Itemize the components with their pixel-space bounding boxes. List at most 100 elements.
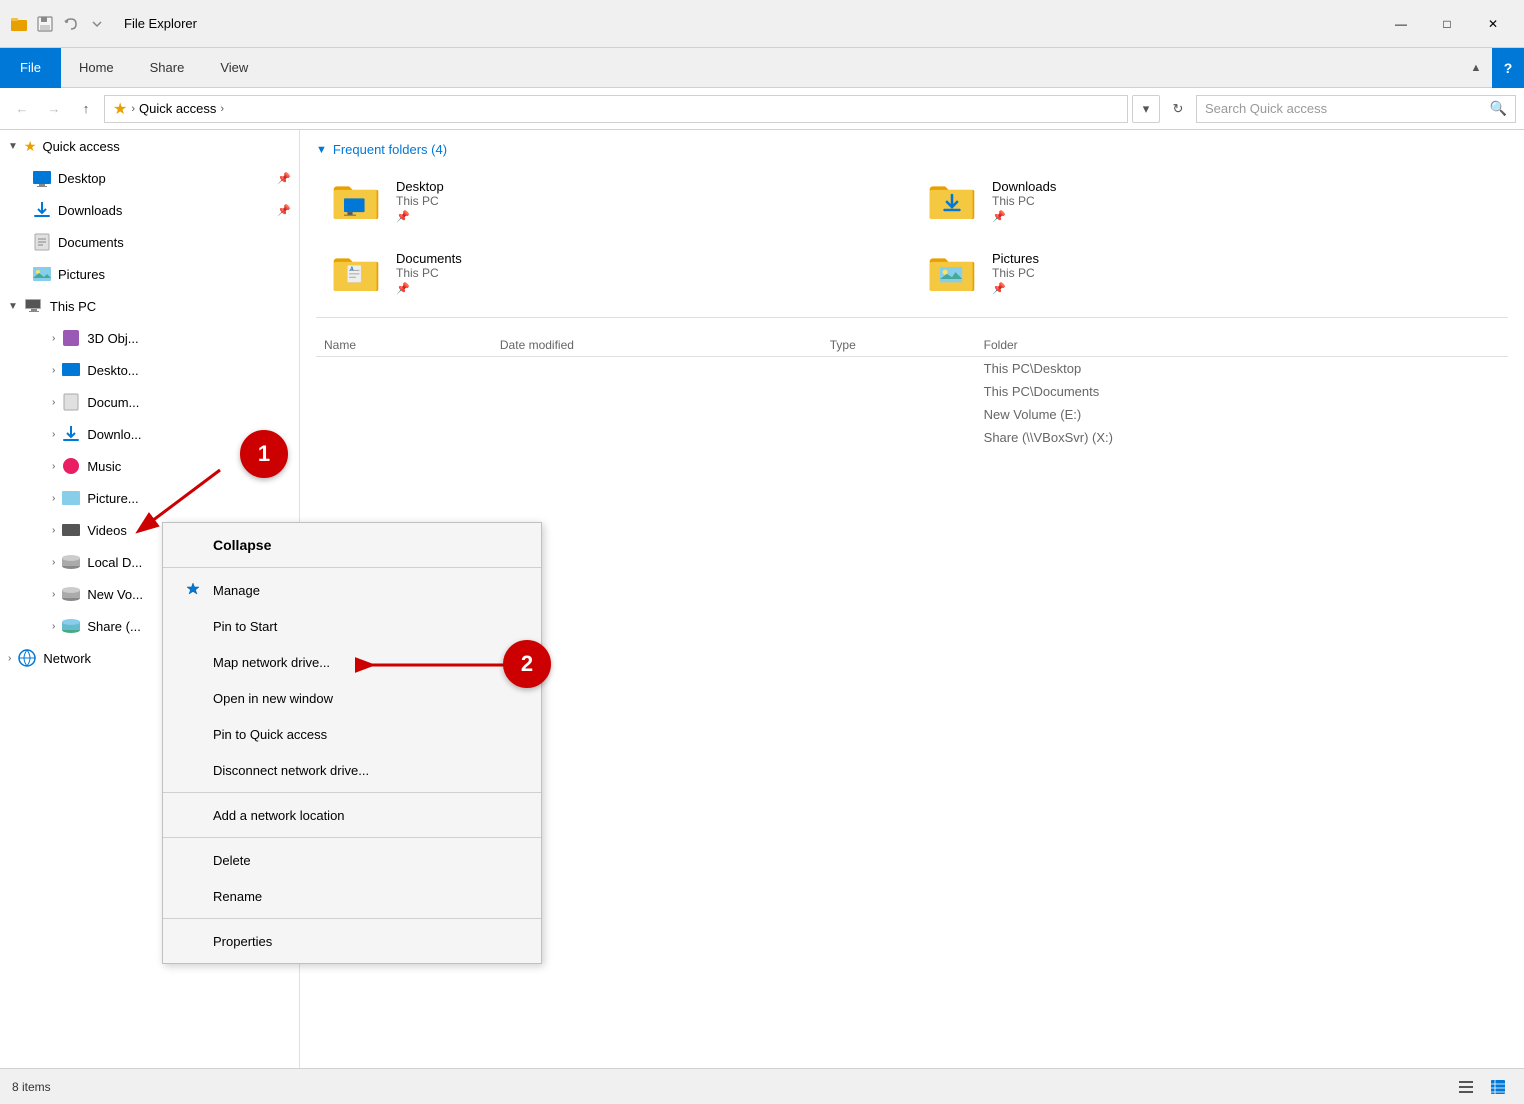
folder-pictures-pin: 📌 [992,282,1039,295]
folder-desktop-icon [332,181,380,221]
refresh-button[interactable]: ↻ [1164,95,1192,123]
folder-documents-info: Documents This PC 📌 [396,251,462,295]
ctx-pin-quick-access[interactable]: Pin to Quick access [163,716,541,752]
recent-row-3-type [822,403,976,426]
search-icon[interactable]: 🔍 [1490,100,1507,117]
folders-grid: Desktop This PC 📌 Downloads [300,165,1524,309]
folder-desktop-info: Desktop This PC 📌 [396,179,444,223]
frequent-folders-label: Frequent folders (4) [333,142,447,157]
folder-documents-icon: A [332,253,380,293]
recent-row-1[interactable]: This PC\Desktop [316,357,1508,381]
pictures-label: Pictures [58,267,105,282]
ctx-rename[interactable]: Rename [163,878,541,914]
chevron-right-music: › [52,461,55,472]
ctx-pin-start[interactable]: Pin to Start [163,608,541,644]
back-button[interactable]: ← [8,95,36,123]
pictures-pc-icon [61,488,81,508]
undo-icon[interactable] [60,13,82,35]
view-tab[interactable]: View [202,48,266,88]
details-view-btn[interactable] [1484,1073,1512,1101]
quick-access-label: Quick access [42,139,119,154]
up-button[interactable]: ↑ [72,95,100,123]
recent-row-1-folder: This PC\Desktop [976,357,1508,381]
sidebar-item-quick-access[interactable]: ▼ ★ Quick access [0,130,299,162]
folder-item-pictures[interactable]: Pictures This PC 📌 [912,237,1508,309]
address-path[interactable]: ★ › Quick access › [104,95,1128,123]
help-button[interactable]: ? [1492,48,1524,88]
ribbon-collapse-btn[interactable]: ▲ [1460,48,1492,88]
pictures-icon [32,264,52,284]
pin-icon-downloads: 📌 [277,204,291,217]
sidebar-item-desktop[interactable]: Desktop 📌 [0,162,299,194]
music-label: Music [87,459,121,474]
3d-icon [61,328,81,348]
ctx-open-new-window[interactable]: Open in new window [163,680,541,716]
context-menu: Collapse Manage Pin to Start Map network… [162,522,542,964]
recent-row-2[interactable]: This PC\Documents [316,380,1508,403]
address-dropdown-btn[interactable]: ▾ [1132,95,1160,123]
sidebar-item-3d[interactable]: › 3D Obj... [0,322,299,354]
save-icon[interactable] [34,13,56,35]
annotation-2-number: 2 [521,651,533,677]
share-tab[interactable]: Share [132,48,203,88]
sidebar-item-desktop-pc[interactable]: › Deskto... [0,354,299,386]
sidebar-item-pictures-pc[interactable]: › Picture... [0,482,299,514]
recent-row-3[interactable]: New Volume (E:) [316,403,1508,426]
ctx-map-drive-label: Map network drive... [213,655,330,670]
pictures-pc-label: Picture... [87,491,138,506]
search-box[interactable]: Search Quick access 🔍 [1196,95,1516,123]
recent-row-3-folder: New Volume (E:) [976,403,1508,426]
ctx-manage-icon [183,582,203,598]
main-layout: ▼ ★ Quick access Desktop 📌 [0,130,1524,1068]
svg-text:A: A [350,266,354,272]
sidebar-item-docs-pc[interactable]: › Docum... [0,386,299,418]
desktop-pc-icon [61,360,81,380]
desktop-icon [32,168,52,188]
sidebar-item-documents[interactable]: Documents [0,226,299,258]
home-tab[interactable]: Home [61,48,132,88]
chevron-right-docs: › [52,397,55,408]
docs-pc-icon [61,392,81,412]
folder-documents-name: Documents [396,251,462,266]
folder-item-desktop[interactable]: Desktop This PC 📌 [316,165,912,237]
ctx-disconnect-drive[interactable]: Disconnect network drive... [163,752,541,788]
ctx-add-network[interactable]: Add a network location [163,797,541,833]
annotation-1: 1 [240,430,288,478]
col-date: Date modified [492,334,822,357]
col-name: Name [316,334,492,357]
sidebar-item-this-pc[interactable]: ▼ This PC [0,290,299,322]
ctx-rename-label: Rename [213,889,262,904]
documents-label: Documents [58,235,124,250]
star-icon: ★ [24,138,37,155]
maximize-button[interactable]: □ [1424,0,1470,48]
col-folder: Folder [976,334,1508,357]
ctx-map-drive[interactable]: Map network drive... [163,644,541,680]
frequent-folders-header[interactable]: ▼ Frequent folders (4) [300,130,1524,165]
forward-button[interactable]: → [40,95,68,123]
documents-icon [32,232,52,252]
chevron-right-3d: › [52,333,55,344]
file-tab[interactable]: File [0,48,61,88]
chevron-right-vid: › [52,525,55,536]
path-star-icon: ★ [113,99,127,119]
ctx-pin-quick-access-label: Pin to Quick access [213,727,327,742]
ctx-manage[interactable]: Manage [163,572,541,608]
recent-row-4[interactable]: Share (\\VBoxSvr) (X:) [316,426,1508,449]
ctx-properties[interactable]: Properties [163,923,541,959]
sidebar-item-downloads[interactable]: Downloads 📌 [0,194,299,226]
close-button[interactable]: ✕ [1470,0,1516,48]
chevron-down-icon-pc: ▼ [8,301,18,312]
chevron-right-local: › [52,557,55,568]
minimize-button[interactable]: — [1378,0,1424,48]
folder-item-downloads[interactable]: Downloads This PC 📌 [912,165,1508,237]
folder-item-documents[interactable]: A Documents This PC 📌 [316,237,912,309]
ctx-delete[interactable]: Delete [163,842,541,878]
folder-downloads-sub: This PC [992,194,1056,208]
3d-label: 3D Obj... [87,331,138,346]
sidebar-item-pictures[interactable]: Pictures [0,258,299,290]
dropdown-icon[interactable] [86,13,108,35]
recent-row-2-folder: This PC\Documents [976,380,1508,403]
list-view-btn[interactable] [1452,1073,1480,1101]
freq-chevron-icon: ▼ [316,144,327,156]
ctx-collapse[interactable]: Collapse [163,527,541,563]
